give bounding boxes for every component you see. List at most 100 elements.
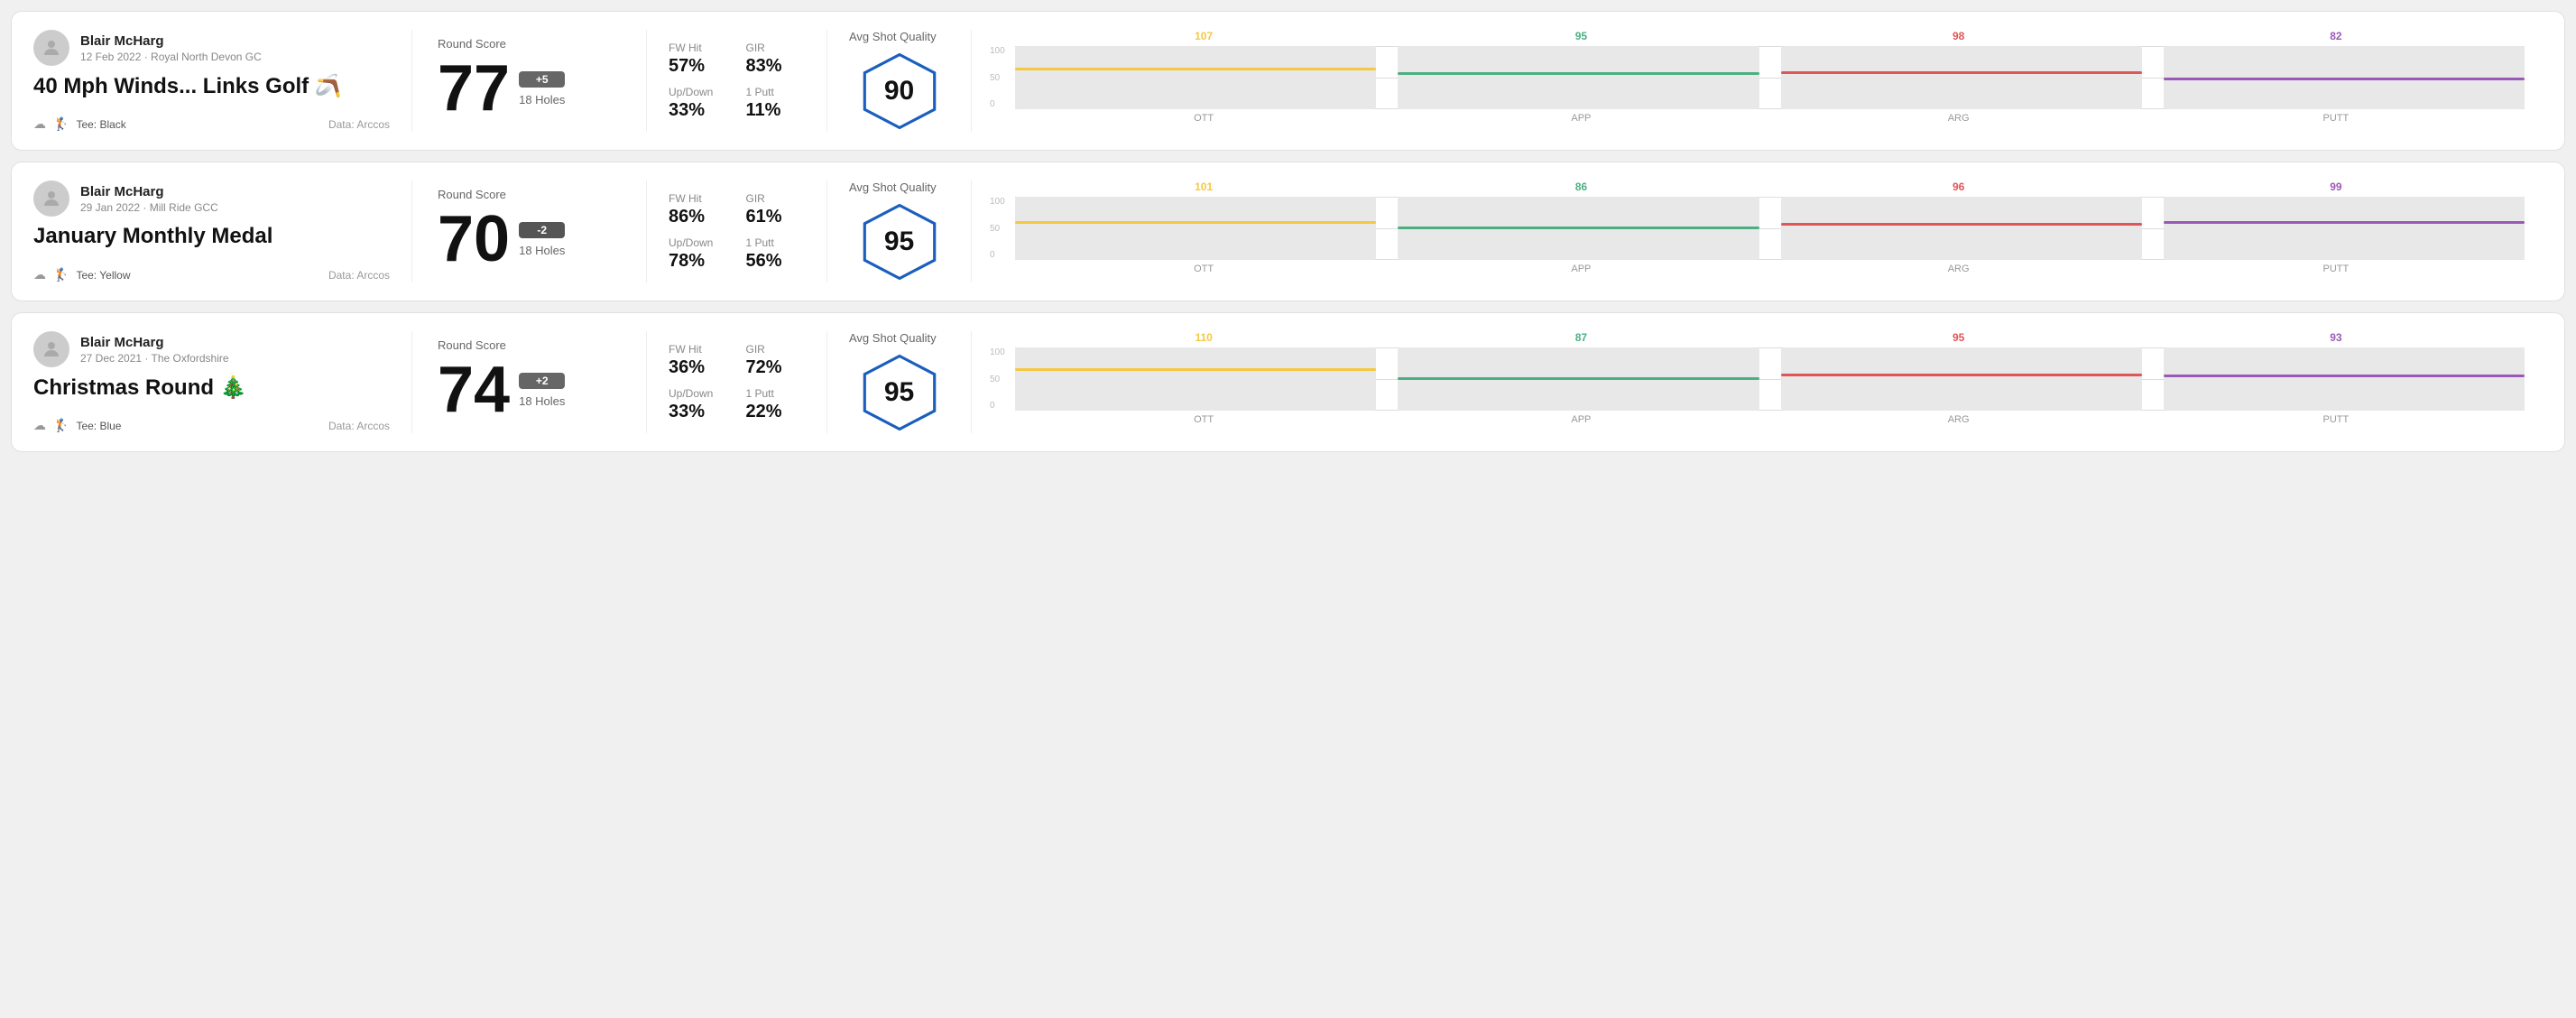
chart-column: [2164, 197, 2525, 260]
user-info: Blair McHarg 29 Jan 2022 · Mill Ride GCC: [80, 184, 218, 214]
avg-shot-quality-label: Avg Shot Quality: [849, 331, 937, 345]
user-row: Blair McHarg 27 Dec 2021 · The Oxfordshi…: [33, 331, 390, 367]
data-source: Data: Arccos: [328, 118, 390, 131]
fw-hit-stat: FW Hit 86%: [669, 192, 728, 227]
chart-value: 86: [1392, 180, 1769, 193]
y-axis-labels: 100 50 0: [990, 347, 1015, 411]
bars-container: [1015, 347, 2525, 411]
user-name: Blair McHarg: [80, 184, 218, 199]
round-title: Christmas Round 🎄: [33, 375, 390, 401]
gir-label: GIR: [746, 192, 806, 205]
updown-stat: Up/Down 78%: [669, 236, 728, 272]
round-left-section: Blair McHarg 29 Jan 2022 · Mill Ride GCC…: [33, 180, 412, 282]
y-axis-labels: 100 50 0: [990, 197, 1015, 260]
bar-background: [1781, 46, 2142, 109]
chart-values: 107 95 98 82: [990, 30, 2525, 42]
bar-background: [1015, 197, 1376, 260]
user-header: Blair McHarg 12 Feb 2022 · Royal North D…: [33, 30, 390, 110]
user-meta: 27 Dec 2021 · The Oxfordshire: [80, 352, 229, 365]
tee-info: ☁ 🏌 Tee: Yellow: [33, 267, 130, 282]
round-score-label: Round Score: [438, 338, 621, 352]
avatar: [33, 180, 69, 217]
chart-value: 93: [2147, 331, 2525, 344]
chart-value: 95: [1770, 331, 2147, 344]
score-row: 77 +5 18 Holes: [438, 56, 621, 121]
user-header: Blair McHarg 27 Dec 2021 · The Oxfordshi…: [33, 331, 390, 412]
round-title: January Monthly Medal: [33, 224, 390, 249]
chart-value: 95: [1392, 30, 1769, 42]
score-modifier: -2: [519, 222, 565, 238]
round-score-label: Round Score: [438, 188, 621, 201]
oneputt-value: 11%: [746, 100, 806, 121]
fw-hit-value: 36%: [669, 357, 728, 378]
holes-label: 18 Holes: [519, 394, 565, 408]
gir-stat: GIR 61%: [746, 192, 806, 227]
score-sub: +2 18 Holes: [519, 373, 565, 408]
chart-value: 87: [1392, 331, 1769, 344]
round-card: Blair McHarg 27 Dec 2021 · The Oxfordshi…: [11, 312, 2565, 452]
updown-label: Up/Down: [669, 387, 728, 400]
chart-column: [1015, 347, 1376, 411]
chart-axis-label: OTT: [1015, 113, 1392, 124]
stats-grid: FW Hit 36% GIR 72% Up/Down 33% 1 Putt 22…: [669, 343, 805, 422]
updown-stat: Up/Down 33%: [669, 86, 728, 121]
chart-column: [1781, 197, 2142, 260]
chart: 101 86 96 99 100 50 0: [990, 180, 2525, 282]
bag-icon: 🏌: [53, 267, 69, 282]
fw-hit-value: 86%: [669, 207, 728, 227]
data-source: Data: Arccos: [328, 420, 390, 432]
weather-icon: ☁: [33, 116, 46, 132]
chart-bars-area: 100 50 0: [990, 197, 2525, 260]
updown-stat: Up/Down 33%: [669, 387, 728, 422]
chart-bars-area: 100 50 0: [990, 46, 2525, 109]
weather-icon: ☁: [33, 267, 46, 282]
chart-value: 101: [1015, 180, 1392, 193]
chart-value: 96: [1770, 180, 2147, 193]
chart-column: [1781, 347, 2142, 411]
oneputt-label: 1 Putt: [746, 86, 806, 98]
chart-axis-label: ARG: [1770, 414, 2147, 425]
chart-value: 98: [1770, 30, 2147, 42]
score-modifier: +5: [519, 71, 565, 88]
round-title: 40 Mph Winds... Links Golf 🪃: [33, 73, 390, 99]
oneputt-label: 1 Putt: [746, 387, 806, 400]
gir-value: 72%: [746, 357, 806, 378]
chart-value: 82: [2147, 30, 2525, 42]
chart-section: 107 95 98 82 100 50 0: [972, 30, 2543, 132]
hexagon: 95: [859, 352, 940, 433]
updown-value: 33%: [669, 402, 728, 422]
gir-label: GIR: [746, 42, 806, 54]
score-section: Round Score 74 +2 18 Holes: [412, 331, 647, 433]
tee-label: Tee: Black: [76, 118, 125, 131]
big-score: 77: [438, 56, 510, 121]
chart-column: [1398, 197, 1759, 260]
user-meta: 12 Feb 2022 · Royal North Devon GC: [80, 51, 262, 63]
chart: 110 87 95 93 100 50 0: [990, 331, 2525, 433]
user-header: Blair McHarg 29 Jan 2022 · Mill Ride GCC…: [33, 180, 390, 260]
holes-label: 18 Holes: [519, 244, 565, 257]
chart-section: 101 86 96 99 100 50 0: [972, 180, 2543, 282]
bar-background: [1015, 347, 1376, 411]
holes-label: 18 Holes: [519, 93, 565, 106]
bar-background: [1781, 197, 2142, 260]
round-score-label: Round Score: [438, 37, 621, 51]
oneputt-value: 22%: [746, 402, 806, 422]
chart-column: [1781, 46, 2142, 109]
chart-axis-label: PUTT: [2147, 113, 2525, 124]
chart-axis-label: PUTT: [2147, 414, 2525, 425]
user-row: Blair McHarg 12 Feb 2022 · Royal North D…: [33, 30, 390, 66]
user-row: Blair McHarg 29 Jan 2022 · Mill Ride GCC: [33, 180, 390, 217]
gir-stat: GIR 83%: [746, 42, 806, 77]
big-score: 74: [438, 357, 510, 422]
gir-label: GIR: [746, 343, 806, 356]
round-left-section: Blair McHarg 27 Dec 2021 · The Oxfordshi…: [33, 331, 412, 433]
y-axis-labels: 100 50 0: [990, 46, 1015, 109]
bar-line: [1015, 368, 1376, 371]
bars-container: [1015, 197, 2525, 260]
bar-line: [2164, 221, 2525, 224]
bar-line: [1781, 374, 2142, 376]
oneputt-value: 56%: [746, 251, 806, 272]
oneputt-stat: 1 Putt 22%: [746, 387, 806, 422]
bar-background: [1398, 197, 1759, 260]
score-row: 70 -2 18 Holes: [438, 207, 621, 272]
